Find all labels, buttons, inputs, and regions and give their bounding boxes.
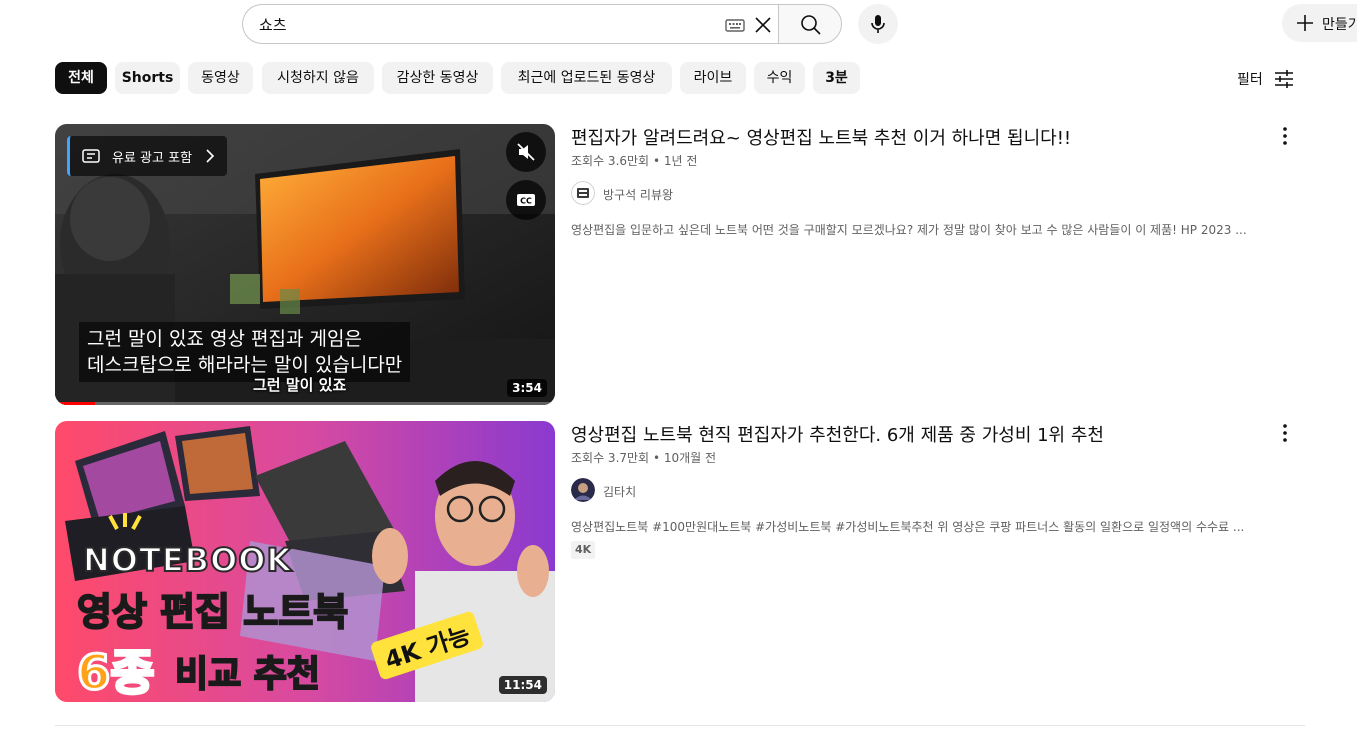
video-title[interactable]: 편집자가 알려드려요~ 영상편집 노트북 추천 이거 하나면 됩니다!!: [571, 126, 1071, 152]
channel-name[interactable]: 방구석 리뷰왕: [603, 186, 673, 203]
plus-icon: [1297, 15, 1313, 31]
create-label: 만들기: [1322, 17, 1357, 33]
video-description: 영상편집노트북 #100만원대노트북 #가성비노트북 #가성비노트북추천 위 영…: [571, 520, 1245, 534]
chip-all[interactable]: 전체: [55, 62, 107, 94]
mute-button[interactable]: [506, 132, 546, 172]
video-metadata: 조회수 3.7만회 • 10개월 전: [571, 449, 716, 466]
channel-name[interactable]: 김타치: [603, 483, 636, 500]
muted-speaker-icon: [517, 143, 535, 161]
video-thumbnail[interactable]: NOTEBOOK 영상 편집 노트북 6종 비교 추천 4K 가능 11:54: [55, 421, 555, 702]
search-query[interactable]: 쇼츠: [259, 14, 287, 35]
thumbnail-text: 6종: [76, 644, 157, 703]
top-bar: 쇼츠 만들기: [0, 0, 1357, 48]
video-thumbnail[interactable]: 유료 광고 포함 CC 그런 말이 있죠 영상 편집과 게임은 데스크탑으로 해…: [55, 124, 555, 405]
paid-promotion-icon: [82, 149, 100, 163]
caption-line: 그런 말이 있죠 영상 편집과 게임은: [87, 328, 362, 350]
view-count: 조회수 3.7만회: [571, 451, 650, 465]
more-vertical-icon[interactable]: [1273, 124, 1297, 148]
view-count: 조회수 3.6만회: [571, 154, 650, 168]
captions-button[interactable]: CC: [506, 180, 546, 220]
chip-live[interactable]: 라이브: [680, 62, 746, 94]
meta-separator: •: [652, 451, 664, 465]
channel-avatar[interactable]: [571, 478, 595, 502]
burned-in-subtitle: 그런 말이 있죠: [253, 376, 347, 394]
keyboard-icon[interactable]: [725, 17, 745, 33]
microphone-icon: [871, 15, 885, 33]
video-caption: 그런 말이 있죠 영상 편집과 게임은 데스크탑으로 해라라는 말이 있습니다만: [79, 322, 411, 382]
caption-line: 데스크탑으로 해라라는 말이 있습니다만: [87, 354, 403, 376]
closed-captions-icon: CC: [517, 194, 535, 206]
video-description: 영상편집을 입문하고 싶은데 노트북 어떤 것을 구매할지 모르겠나요? 제가 …: [571, 223, 1247, 237]
search-button[interactable]: [778, 4, 842, 44]
video-duration: 3:54: [507, 379, 547, 397]
chip-shorts[interactable]: Shorts: [115, 62, 180, 94]
watch-progress-fill: [55, 402, 95, 405]
video-duration: 11:54: [498, 676, 547, 694]
filter-label: 필터: [1237, 72, 1263, 88]
video-title[interactable]: 영상편집 노트북 현직 편집자가 추천한다. 6개 제품 중 가성비 1위 추천: [571, 423, 1104, 449]
thumbnail-text: 영상 편집 노트북: [76, 589, 349, 635]
chip-monetized[interactable]: 수익: [754, 62, 805, 94]
chevron-right-icon: [206, 149, 215, 163]
meta-separator: •: [652, 154, 664, 168]
thumbnail-text: 비교 추천: [174, 653, 321, 696]
upload-age: 10개월 전: [663, 451, 717, 465]
watch-progress-bar: [55, 402, 555, 405]
quality-badge: 4K: [571, 541, 596, 559]
search-icon: [801, 15, 821, 35]
chip-videos[interactable]: 동영상: [188, 62, 253, 94]
video-result[interactable]: NOTEBOOK 영상 편집 노트북 6종 비교 추천 4K 가능 11:54 …: [55, 421, 1305, 702]
video-metadata: 조회수 3.6만회 • 1년 전: [571, 152, 697, 169]
close-icon[interactable]: [751, 13, 775, 37]
chip-recently-uploaded[interactable]: 최근에 업로드된 동영상: [501, 62, 672, 94]
upload-age: 1년 전: [663, 154, 698, 168]
section-divider: [55, 725, 1305, 726]
voice-search-button[interactable]: [858, 4, 898, 44]
more-vertical-icon[interactable]: [1273, 421, 1297, 445]
chip-3min[interactable]: 3분: [813, 62, 860, 94]
svg-text:CC: CC: [520, 197, 532, 206]
paid-promotion-label: 유료 광고 포함: [112, 151, 193, 166]
chip-watched[interactable]: 감상한 동영상: [382, 62, 493, 94]
sliders-icon: [1275, 70, 1293, 88]
thumbnail-text: NOTEBOOK: [82, 540, 293, 580]
chip-unwatched[interactable]: 시청하지 않음: [262, 62, 374, 94]
search-input[interactable]: 쇼츠: [242, 4, 779, 44]
video-result[interactable]: 유료 광고 포함 CC 그런 말이 있죠 영상 편집과 게임은 데스크탑으로 해…: [55, 124, 1305, 405]
channel-avatar[interactable]: [571, 181, 595, 205]
paid-promotion-button[interactable]: 유료 광고 포함: [67, 136, 227, 176]
create-button[interactable]: 만들기: [1282, 4, 1357, 42]
